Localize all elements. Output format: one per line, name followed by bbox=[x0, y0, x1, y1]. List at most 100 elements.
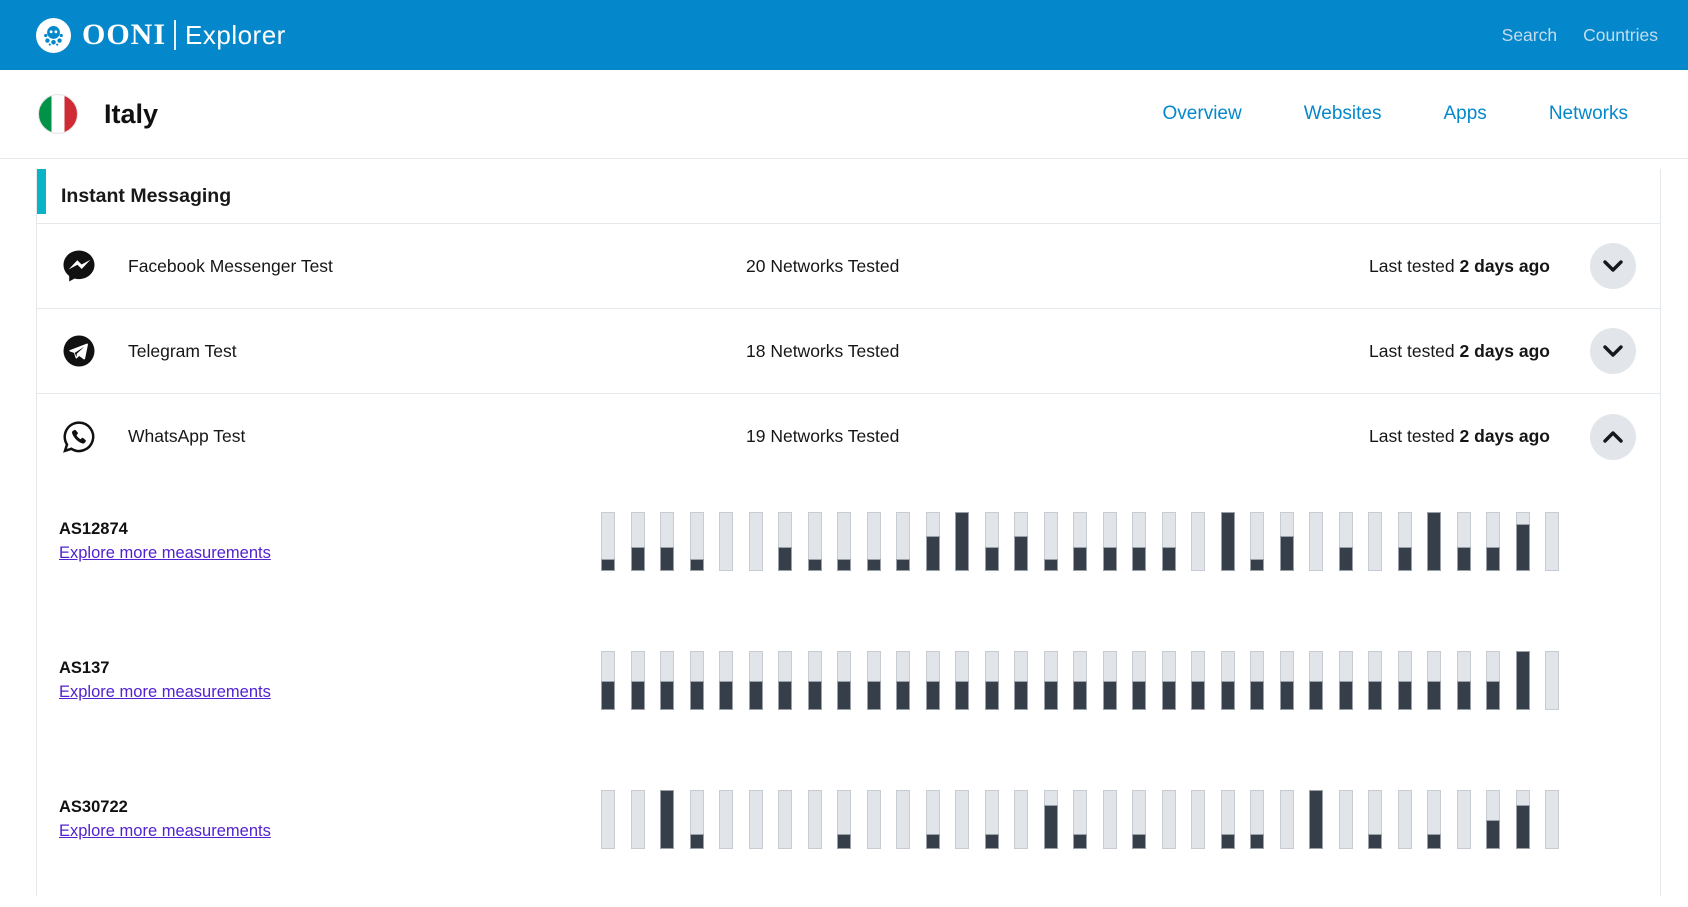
chart-bar[interactable] bbox=[1309, 512, 1323, 571]
chart-bar[interactable] bbox=[1103, 651, 1117, 710]
chart-bar[interactable] bbox=[1014, 790, 1028, 849]
chart-bar[interactable] bbox=[1073, 651, 1087, 710]
chart-bar[interactable] bbox=[601, 651, 615, 710]
chart-bar[interactable] bbox=[896, 790, 910, 849]
chart-bar[interactable] bbox=[896, 651, 910, 710]
chart-bar[interactable] bbox=[1103, 512, 1117, 571]
tab-overview[interactable]: Overview bbox=[1163, 103, 1242, 125]
chart-bar[interactable] bbox=[1132, 651, 1146, 710]
chart-bar[interactable] bbox=[1368, 512, 1382, 571]
expand-button[interactable] bbox=[1590, 328, 1636, 374]
chart-bar[interactable] bbox=[1014, 512, 1028, 571]
chart-bar[interactable] bbox=[778, 651, 792, 710]
chart-bar[interactable] bbox=[690, 790, 704, 849]
chart-bar[interactable] bbox=[837, 512, 851, 571]
chart-bar[interactable] bbox=[1191, 512, 1205, 571]
chart-bar[interactable] bbox=[1427, 790, 1441, 849]
chart-bar[interactable] bbox=[719, 512, 733, 571]
chart-bar[interactable] bbox=[1250, 790, 1264, 849]
chart-bar[interactable] bbox=[601, 790, 615, 849]
chart-bar[interactable] bbox=[867, 651, 881, 710]
chart-bar[interactable] bbox=[1516, 651, 1530, 710]
chart-bar[interactable] bbox=[1398, 512, 1412, 571]
chart-bar[interactable] bbox=[1516, 512, 1530, 571]
chart-bar[interactable] bbox=[631, 790, 645, 849]
chart-bar[interactable] bbox=[1073, 512, 1087, 571]
chart-bar[interactable] bbox=[1250, 651, 1264, 710]
chart-bar[interactable] bbox=[1309, 790, 1323, 849]
chart-bar[interactable] bbox=[955, 651, 969, 710]
chart-bar[interactable] bbox=[660, 512, 674, 571]
chart-bar[interactable] bbox=[837, 790, 851, 849]
chart-bar[interactable] bbox=[1162, 790, 1176, 849]
chart-bar[interactable] bbox=[1280, 790, 1294, 849]
chart-bar[interactable] bbox=[808, 512, 822, 571]
chart-bar[interactable] bbox=[749, 790, 763, 849]
search-link[interactable]: Search bbox=[1502, 25, 1557, 46]
chart-bar[interactable] bbox=[1309, 651, 1323, 710]
explore-more-link[interactable]: Explore more measurements bbox=[59, 544, 271, 563]
explore-more-link[interactable]: Explore more measurements bbox=[59, 683, 271, 702]
chart-bar[interactable] bbox=[1339, 512, 1353, 571]
chart-bar[interactable] bbox=[719, 790, 733, 849]
chart-bar[interactable] bbox=[808, 790, 822, 849]
chart-bar[interactable] bbox=[926, 651, 940, 710]
explore-more-link[interactable]: Explore more measurements bbox=[59, 822, 271, 841]
chart-bar[interactable] bbox=[1250, 512, 1264, 571]
chart-bar[interactable] bbox=[1191, 790, 1205, 849]
chart-bar[interactable] bbox=[1339, 790, 1353, 849]
chart-bar[interactable] bbox=[690, 512, 704, 571]
chart-bar[interactable] bbox=[867, 512, 881, 571]
chart-bar[interactable] bbox=[1044, 512, 1058, 571]
chart-bar[interactable] bbox=[749, 651, 763, 710]
chart-bar[interactable] bbox=[1398, 651, 1412, 710]
chart-bar[interactable] bbox=[1132, 512, 1146, 571]
chart-bar[interactable] bbox=[1162, 651, 1176, 710]
chart-bar[interactable] bbox=[660, 651, 674, 710]
chart-bar[interactable] bbox=[631, 512, 645, 571]
chart-bar[interactable] bbox=[1486, 790, 1500, 849]
chart-bar[interactable] bbox=[1457, 651, 1471, 710]
chart-bar[interactable] bbox=[690, 651, 704, 710]
chart-bar[interactable] bbox=[1545, 651, 1559, 710]
chart-bar[interactable] bbox=[985, 512, 999, 571]
chart-bar[interactable] bbox=[1221, 651, 1235, 710]
chart-bar[interactable] bbox=[1191, 651, 1205, 710]
chart-bar[interactable] bbox=[1162, 512, 1176, 571]
chart-bar[interactable] bbox=[749, 512, 763, 571]
chart-bar[interactable] bbox=[1280, 651, 1294, 710]
chart-bar[interactable] bbox=[1339, 651, 1353, 710]
chart-bar[interactable] bbox=[1457, 512, 1471, 571]
chart-bar[interactable] bbox=[1516, 790, 1530, 849]
chart-bar[interactable] bbox=[1457, 790, 1471, 849]
chart-bar[interactable] bbox=[631, 651, 645, 710]
chart-bar[interactable] bbox=[955, 512, 969, 571]
chart-bar[interactable] bbox=[601, 512, 615, 571]
chart-bar[interactable] bbox=[1221, 512, 1235, 571]
test-row-whatsapp[interactable]: WhatsApp Test 19 Networks Tested Last te… bbox=[37, 394, 1660, 479]
chart-bar[interactable] bbox=[778, 790, 792, 849]
chart-bar[interactable] bbox=[955, 790, 969, 849]
test-row-telegram[interactable]: Telegram Test 18 Networks Tested Last te… bbox=[37, 309, 1660, 394]
chart-bar[interactable] bbox=[1044, 790, 1058, 849]
chart-bar[interactable] bbox=[926, 790, 940, 849]
chart-bar[interactable] bbox=[1486, 651, 1500, 710]
chart-bar[interactable] bbox=[1427, 651, 1441, 710]
chart-bar[interactable] bbox=[1044, 651, 1058, 710]
chart-bar[interactable] bbox=[1368, 651, 1382, 710]
chart-bar[interactable] bbox=[985, 790, 999, 849]
chart-bar[interactable] bbox=[985, 651, 999, 710]
chart-bar[interactable] bbox=[1073, 790, 1087, 849]
chart-bar[interactable] bbox=[896, 512, 910, 571]
chart-bar[interactable] bbox=[660, 790, 674, 849]
chart-bar[interactable] bbox=[1398, 790, 1412, 849]
chart-bar[interactable] bbox=[867, 790, 881, 849]
chart-bar[interactable] bbox=[1427, 512, 1441, 571]
chart-bar[interactable] bbox=[719, 651, 733, 710]
chart-bar[interactable] bbox=[926, 512, 940, 571]
chart-bar[interactable] bbox=[1545, 512, 1559, 571]
chart-bar[interactable] bbox=[1368, 790, 1382, 849]
chart-bar[interactable] bbox=[1132, 790, 1146, 849]
expand-button[interactable] bbox=[1590, 243, 1636, 289]
chart-bar[interactable] bbox=[837, 651, 851, 710]
